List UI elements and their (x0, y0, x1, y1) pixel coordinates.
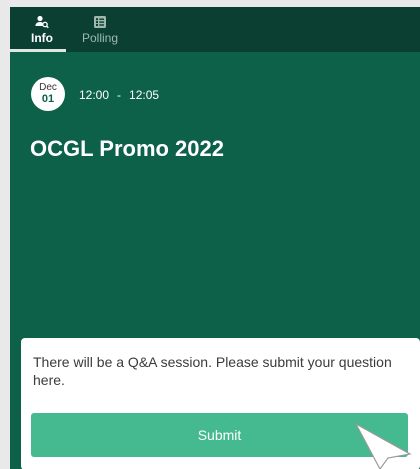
tab-info-label: Info (31, 31, 53, 45)
person-search-icon (35, 14, 49, 30)
qa-prompt: There will be a Q&A session. Please subm… (33, 354, 392, 388)
session-title: OCGL Promo 2022 (30, 136, 224, 161)
tab-info[interactable]: Info (18, 7, 66, 52)
date-badge: Dec 01 (31, 77, 65, 111)
active-tab-indicator (10, 49, 66, 52)
time-separator: - (117, 88, 122, 102)
poll-list-icon (93, 14, 107, 30)
app-frame: Info Polling Dec 01 12:00-12:05 OCGL Pro… (10, 7, 420, 469)
date-day: 01 (41, 93, 55, 105)
date-month: Dec (39, 82, 57, 93)
time-range: 12:00-12:05 (79, 88, 159, 102)
tab-bar: Info Polling (10, 7, 420, 52)
tab-polling-label: Polling (81, 31, 119, 45)
time-end: 12:05 (129, 88, 160, 102)
tab-polling[interactable]: Polling (74, 7, 126, 52)
time-start: 12:00 (79, 88, 110, 102)
mouse-cursor-icon (354, 422, 412, 469)
